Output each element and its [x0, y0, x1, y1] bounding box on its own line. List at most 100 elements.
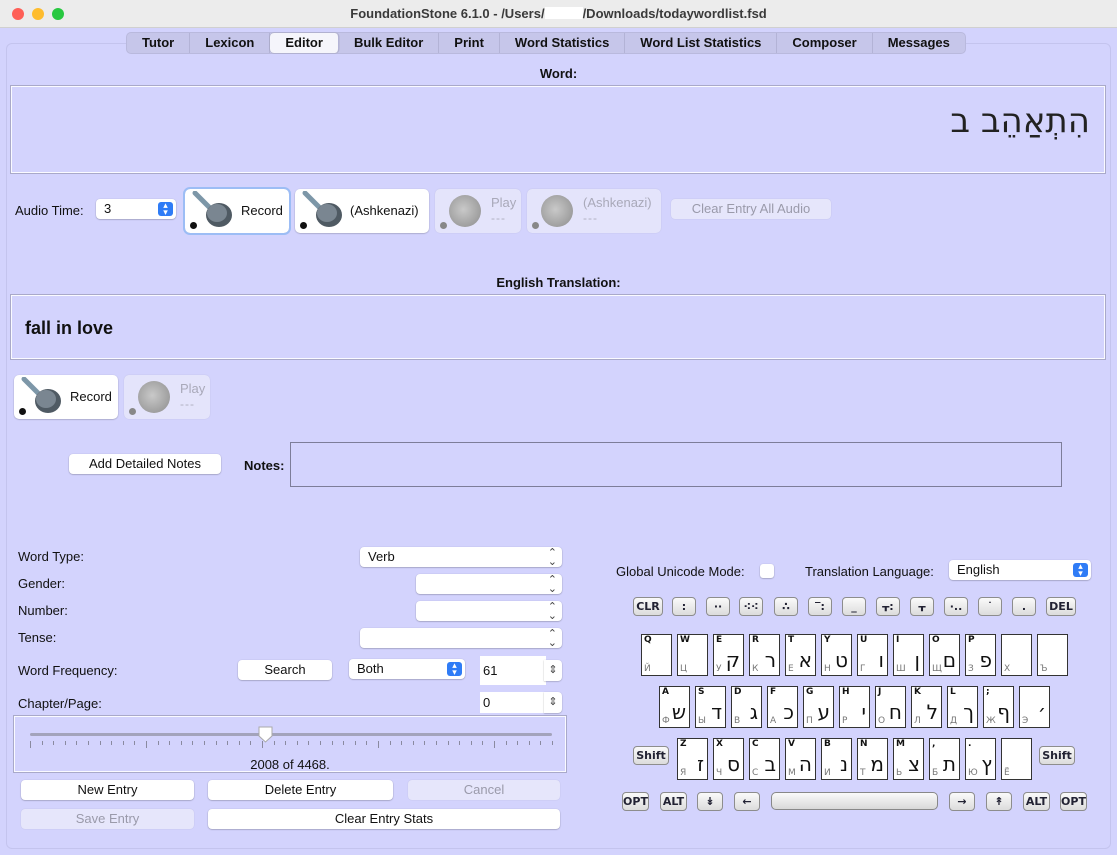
record-ashkenazi-button[interactable]: (Ashkenazi): [295, 189, 429, 233]
letter-key[interactable]: T Еא: [785, 634, 816, 676]
translation-language-select[interactable]: English ▴ ▾: [949, 560, 1091, 580]
letter-key[interactable]: V Мה: [785, 738, 816, 780]
letter-key[interactable]: M Ьצ: [893, 738, 924, 780]
patah-key[interactable]: _: [842, 597, 866, 616]
letter-key[interactable]: I Шן: [893, 634, 924, 676]
translation-field[interactable]: fall in love: [10, 294, 1106, 360]
tab-messages[interactable]: Messages: [873, 33, 965, 53]
tab-bulk-editor[interactable]: Bulk Editor: [339, 33, 440, 53]
word-field[interactable]: הִתְאַהֵב ב: [10, 85, 1106, 174]
play-translation-button[interactable]: Play ---: [124, 375, 210, 419]
entry-slider-thumb[interactable]: [258, 726, 273, 743]
play-word-button[interactable]: Play ---: [435, 189, 521, 233]
clear-key[interactable]: CLR: [633, 597, 663, 616]
letter-key[interactable]: B Иנ: [821, 738, 852, 780]
letter-key[interactable]: R Кר: [749, 634, 780, 676]
new-entry-button[interactable]: New Entry: [21, 780, 194, 800]
letter-key[interactable]: O Щם: [929, 634, 960, 676]
left-arrow-key[interactable]: ←: [734, 792, 760, 811]
opt-right-key[interactable]: OPT: [1060, 792, 1087, 811]
letter-key[interactable]: J Оח: [875, 686, 906, 728]
clear-entry-all-audio-button[interactable]: Clear Entry All Audio: [671, 199, 831, 219]
right-arrow-key[interactable]: →: [949, 792, 975, 811]
kubutz-diag-key[interactable]: ·..: [944, 597, 968, 616]
letter-key[interactable]: Y Нט: [821, 634, 852, 676]
letter-key[interactable]: . Юץ: [965, 738, 996, 780]
hataf-patah-key[interactable]: ‾:: [808, 597, 832, 616]
clear-entry-stats-button[interactable]: Clear Entry Stats: [208, 809, 560, 829]
tab-tutor[interactable]: Tutor: [127, 33, 191, 53]
letter-key[interactable]: ; Ж ף: [983, 686, 1014, 728]
letter-key[interactable]: Ъ: [1037, 634, 1068, 676]
play-ashkenazi-button[interactable]: (Ashkenazi) ---: [527, 189, 661, 233]
tab-composer[interactable]: Composer: [777, 33, 873, 53]
letter-key[interactable]: QЙ: [641, 634, 672, 676]
chapter-page-stepper[interactable]: ⇕: [544, 692, 562, 713]
letter-key[interactable]: C Сב: [749, 738, 780, 780]
up-arrow-key[interactable]: ↟: [986, 792, 1012, 811]
alt-right-key[interactable]: ALT: [1023, 792, 1050, 811]
hiriq-key[interactable]: .: [1012, 597, 1036, 616]
tab-print[interactable]: Print: [439, 33, 500, 53]
unicode-mode-checkbox[interactable]: [760, 564, 774, 578]
letter-key[interactable]: Х: [1001, 634, 1032, 676]
letter-key[interactable]: , Бת: [929, 738, 960, 780]
letter-key[interactable]: U Г ו: [857, 634, 888, 676]
word-type-select[interactable]: Verb ⌃ ⌄: [360, 547, 562, 568]
delete-entry-button[interactable]: Delete Entry: [208, 780, 393, 800]
chapter-page-input[interactable]: 0: [480, 692, 546, 713]
letter-key[interactable]: L Дך: [947, 686, 978, 728]
shift-left-key[interactable]: Shift: [633, 746, 669, 765]
audio-time-select[interactable]: 3 ▴ ▾: [96, 199, 176, 219]
entry-slider-track[interactable]: [30, 733, 552, 736]
sheva-key[interactable]: :: [672, 597, 696, 616]
letter-key[interactable]: Э ׳: [1019, 686, 1050, 728]
holam-key[interactable]: ˙: [978, 597, 1002, 616]
letter-key[interactable]: X Чס: [713, 738, 744, 780]
frequency-search-button[interactable]: Search: [238, 660, 332, 680]
key-cyrillic-label: Х: [1004, 664, 1011, 674]
tsere-key[interactable]: ··: [706, 597, 730, 616]
kubutz-key[interactable]: ⁖⁖: [739, 597, 763, 616]
word-frequency-input[interactable]: 61: [480, 656, 546, 685]
letter-key[interactable]: D Вג: [731, 686, 762, 728]
letter-key[interactable]: Z Яז: [677, 738, 708, 780]
cancel-button[interactable]: Cancel: [408, 780, 560, 800]
down-arrow-key[interactable]: ↡: [697, 792, 723, 811]
opt-left-key[interactable]: OPT: [622, 792, 649, 811]
segol-key[interactable]: ∴: [774, 597, 798, 616]
letter-key[interactable]: N Тמ: [857, 738, 888, 780]
frequency-stepper[interactable]: ⇕: [544, 660, 562, 681]
tab-word-statistics[interactable]: Word Statistics: [500, 33, 626, 53]
alt-left-key[interactable]: ALT: [660, 792, 687, 811]
save-entry-button[interactable]: Save Entry: [21, 809, 194, 829]
number-select[interactable]: ⌃ ⌄: [416, 601, 562, 622]
add-detailed-notes-button[interactable]: Add Detailed Notes: [69, 454, 221, 474]
shift-right-key[interactable]: Shift: [1039, 746, 1075, 765]
letter-key[interactable]: E Уק: [713, 634, 744, 676]
frequency-mode-select[interactable]: Both ▴ ▾: [349, 659, 465, 679]
letter-key[interactable]: P Зפ: [965, 634, 996, 676]
letter-key[interactable]: F Аכ: [767, 686, 798, 728]
letter-key[interactable]: S Ыד: [695, 686, 726, 728]
letter-key[interactable]: K Лל: [911, 686, 942, 728]
tab-word-list-statistics[interactable]: Word List Statistics: [625, 33, 778, 53]
notes-field[interactable]: [290, 442, 1062, 487]
letter-key[interactable]: WЦ: [677, 634, 708, 676]
delete-key[interactable]: DEL: [1046, 597, 1076, 616]
space-key[interactable]: [771, 792, 938, 810]
letter-key[interactable]: A Фש: [659, 686, 690, 728]
letter-key[interactable]: G Пע: [803, 686, 834, 728]
tab-editor[interactable]: Editor: [270, 33, 339, 53]
letter-key[interactable]: H Р י: [839, 686, 870, 728]
record-word-button[interactable]: Record: [183, 187, 291, 235]
tense-select[interactable]: ⌃ ⌄: [360, 628, 562, 649]
gender-select[interactable]: ⌃ ⌄: [416, 574, 562, 595]
hataf-kamatz-key[interactable]: ᚁ:: [876, 597, 900, 616]
play-ashkenazi-duration: ---: [583, 211, 598, 225]
record-translation-button[interactable]: Record: [14, 375, 118, 419]
kamatz-key[interactable]: ᚁ: [910, 597, 934, 616]
tab-lexicon[interactable]: Lexicon: [190, 33, 271, 53]
slider-tick: [296, 741, 298, 745]
letter-key[interactable]: Ё: [1001, 738, 1032, 780]
